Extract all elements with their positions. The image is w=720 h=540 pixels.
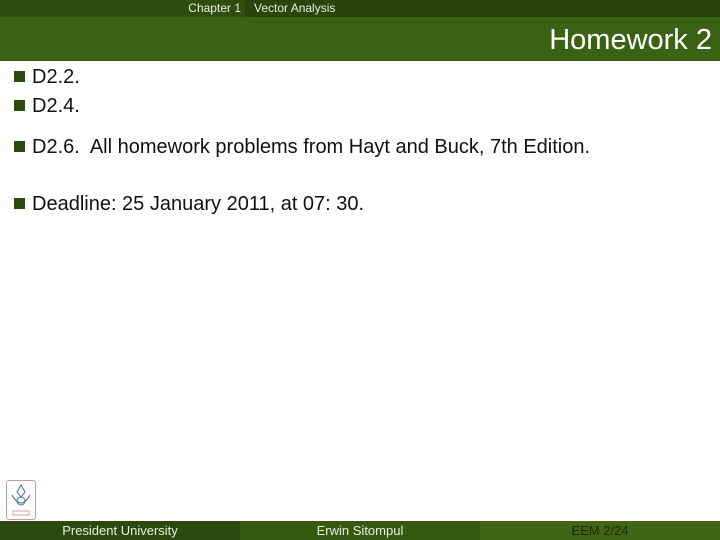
title-bar: Homework 2 (0, 17, 720, 61)
footer-page-number: EEM 2/24 (480, 521, 720, 540)
bullet-square-icon (14, 198, 25, 209)
bullet-text: D2.4. (32, 95, 80, 117)
bullet-square-icon (14, 141, 25, 152)
university-logo-icon (6, 480, 36, 520)
bullet-item: D2.4. (14, 94, 80, 118)
bullet-item: Deadline: 25 January 2011, at 07: 30. (14, 192, 364, 216)
slide-title: Homework 2 (549, 24, 712, 56)
chapter-label: Chapter 1 (188, 1, 241, 15)
bullet-item: D2.6. All homework problems from Hayt an… (14, 135, 590, 159)
bullet-square-icon (14, 100, 25, 111)
bullet-text: D2.2. (32, 66, 80, 88)
section-label: Vector Analysis (245, 0, 720, 17)
bullet-text: D2.6. All homework problems from Hayt an… (32, 136, 591, 158)
top-bar: Chapter 1 Vector Analysis (0, 0, 720, 17)
bullet-square-icon (14, 71, 25, 82)
bullet-item: D2.2. (14, 65, 80, 89)
bullet-text: Deadline: 25 January 2011, at 07: 30. (32, 193, 365, 215)
footer-university: President University (0, 521, 240, 540)
footer-author: Erwin Sitompul (240, 521, 480, 540)
